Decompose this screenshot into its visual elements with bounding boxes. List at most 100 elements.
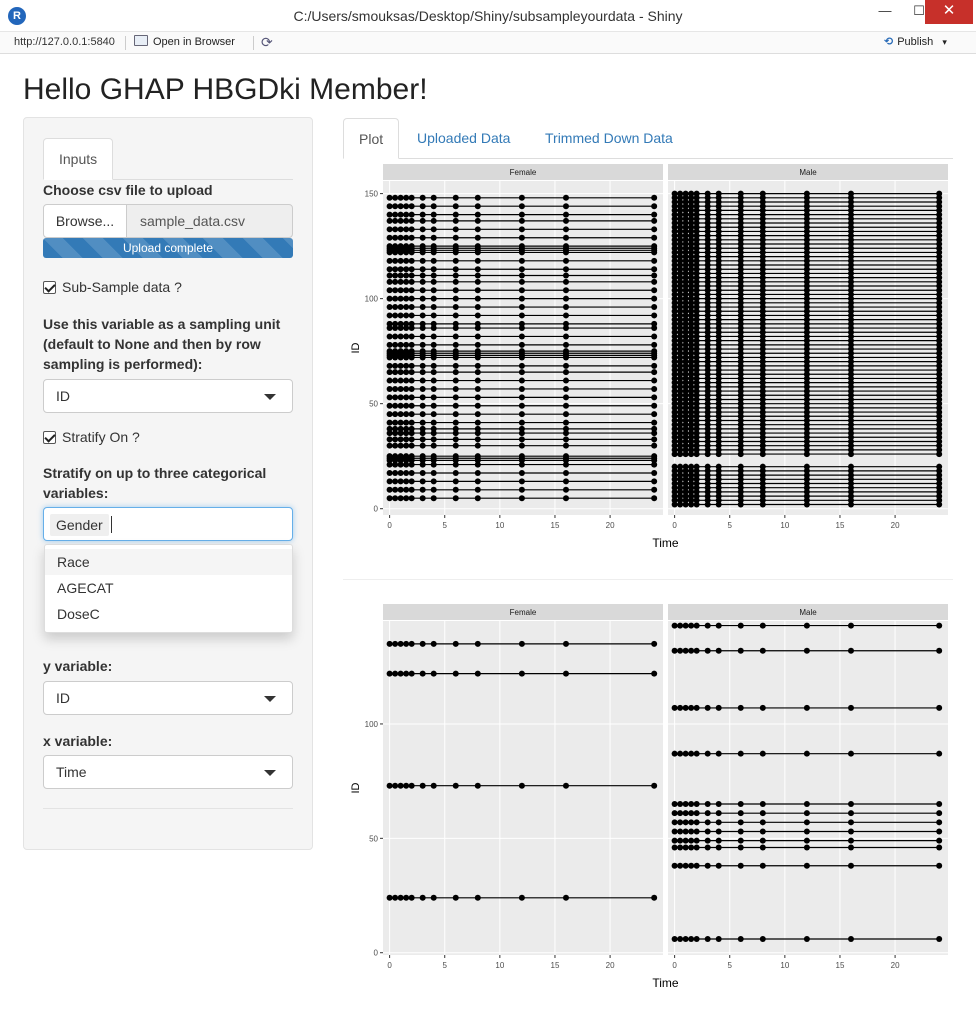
data-point	[677, 819, 684, 826]
data-point	[397, 469, 404, 476]
data-point	[688, 810, 695, 817]
x-tick-label: 0	[387, 521, 392, 530]
data-point	[452, 377, 459, 384]
data-point	[847, 844, 854, 851]
data-point	[452, 402, 459, 409]
publish-dropdown-icon[interactable]: ▾	[942, 37, 947, 47]
data-point	[392, 272, 399, 279]
file-name-field[interactable]: sample_data.csv	[126, 204, 293, 238]
data-point	[403, 453, 410, 460]
data-point	[392, 782, 399, 789]
data-point	[677, 837, 684, 844]
data-point	[403, 394, 410, 401]
data-point	[847, 647, 854, 654]
x-tick-label: 15	[836, 521, 845, 530]
data-point	[682, 647, 689, 654]
data-point	[682, 750, 689, 757]
refresh-icon[interactable]: ⟳	[261, 34, 273, 51]
data-point	[651, 442, 658, 449]
dropdown-option-dosec[interactable]: DoseC	[45, 601, 292, 627]
stratify-checkbox[interactable]: Stratify On ?	[43, 429, 140, 445]
sampling-unit-select[interactable]: ID	[43, 379, 293, 413]
data-point	[847, 837, 854, 844]
data-point	[408, 320, 415, 327]
data-point	[651, 304, 658, 311]
tab-uploaded-data[interactable]: Uploaded Data	[417, 118, 510, 159]
x-variable-select[interactable]: Time	[43, 755, 293, 789]
data-point	[408, 272, 415, 279]
data-point	[651, 640, 658, 647]
data-point	[682, 463, 689, 470]
facet-panel: Female 0 5 10 15 20	[383, 604, 663, 970]
data-point	[403, 272, 410, 279]
data-point	[562, 394, 569, 401]
data-point	[759, 935, 766, 942]
open-in-browser-button[interactable]: Open in Browser	[134, 35, 235, 48]
data-point	[682, 704, 689, 711]
checkbox-checked-icon[interactable]	[43, 431, 56, 444]
tab-trimmed-down-data[interactable]: Trimmed Down Data	[545, 118, 673, 159]
close-icon[interactable]: ✕	[925, 0, 973, 24]
data-point	[688, 819, 695, 826]
data-point	[651, 369, 658, 376]
data-point	[936, 463, 943, 470]
dropdown-option-race[interactable]: Race	[45, 549, 292, 575]
browse-button[interactable]: Browse...	[43, 204, 127, 238]
data-point	[671, 463, 678, 470]
stratify-vars-label: Stratify on up to three categorical vari…	[43, 465, 267, 501]
data-point	[671, 801, 678, 808]
x-tick-label: 0	[672, 961, 677, 970]
data-point	[419, 394, 426, 401]
data-point	[936, 935, 943, 942]
data-point	[518, 217, 525, 224]
data-point	[419, 266, 426, 273]
data-point	[759, 819, 766, 826]
subsample-checkbox[interactable]: Sub-Sample data ?	[43, 279, 182, 295]
checkbox-checked-icon[interactable]	[43, 281, 56, 294]
data-point	[386, 419, 393, 426]
stratify-vars-input[interactable]: Gender	[43, 507, 293, 541]
selected-item-chip[interactable]: Gender	[50, 514, 109, 536]
stratify-dropdown-menu: Race AGECAT DoseC	[44, 544, 293, 633]
data-point	[677, 750, 684, 757]
data-point	[397, 640, 404, 647]
minimize-icon[interactable]: —	[868, 0, 902, 24]
data-point	[430, 369, 437, 376]
data-point	[562, 287, 569, 294]
data-point	[803, 622, 810, 629]
data-point	[715, 463, 722, 470]
y-variable-select[interactable]: ID	[43, 681, 293, 715]
data-point	[452, 333, 459, 340]
open-in-browser-label: Open in Browser	[153, 36, 235, 48]
data-point	[518, 436, 525, 443]
data-point	[847, 750, 854, 757]
data-point	[452, 257, 459, 264]
data-point	[715, 935, 722, 942]
x-axis-label: Time	[652, 536, 679, 550]
data-point	[430, 203, 437, 210]
data-point	[682, 810, 689, 817]
data-point	[403, 287, 410, 294]
x-tick-label: 5	[443, 521, 448, 530]
data-point	[474, 402, 481, 409]
data-point	[682, 837, 689, 844]
data-point	[651, 478, 658, 485]
publish-button[interactable]: ⟲ Publish ▾	[884, 35, 947, 48]
data-point	[419, 203, 426, 210]
tab-plot[interactable]: Plot	[343, 118, 400, 159]
data-point	[759, 622, 766, 629]
panel-background	[668, 621, 948, 955]
data-point	[452, 234, 459, 241]
data-point	[392, 287, 399, 294]
data-point	[759, 647, 766, 654]
dropdown-option-agecat[interactable]: AGECAT	[45, 575, 292, 601]
data-point	[677, 862, 684, 869]
data-point	[392, 333, 399, 340]
data-point	[392, 194, 399, 201]
data-point	[474, 419, 481, 426]
tab-inputs[interactable]: Inputs	[43, 138, 114, 180]
data-point	[474, 385, 481, 392]
data-point	[408, 257, 415, 264]
data-point	[677, 190, 684, 197]
data-point	[392, 478, 399, 485]
